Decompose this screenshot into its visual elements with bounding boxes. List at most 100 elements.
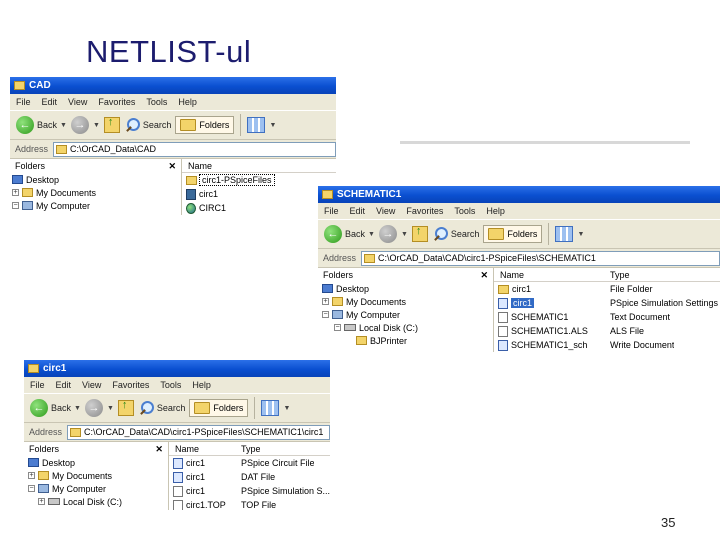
chevron-down-icon[interactable]: ▼ <box>269 122 276 129</box>
collapse-icon[interactable]: − <box>334 324 341 331</box>
menu-edit[interactable]: Edit <box>350 206 366 216</box>
menu-file[interactable]: File <box>16 97 31 107</box>
tree-item-my-computer[interactable]: − My Computer <box>318 308 493 321</box>
menu-tools[interactable]: Tools <box>454 206 475 216</box>
menu-favorites[interactable]: Favorites <box>98 97 135 107</box>
forward-arrow-icon[interactable]: → <box>70 116 89 134</box>
list-item[interactable]: circ1 <box>182 187 336 201</box>
address-input[interactable]: C:\OrCAD_Data\CAD\circ1-PSpiceFiles\SCHE… <box>67 424 330 440</box>
schematic-titlebar[interactable]: SCHEMATIC1 <box>318 186 720 203</box>
cad-titlebar[interactable]: CAD <box>10 77 336 94</box>
tree-item-bjprinter[interactable]: BJPrinter <box>318 334 493 347</box>
tree-item-my-documents[interactable]: + My Documents <box>318 295 493 308</box>
expand-icon[interactable]: + <box>28 472 35 479</box>
chevron-down-icon[interactable]: ▼ <box>283 405 290 412</box>
list-item[interactable]: SCHEMATIC1.ALS ALS File <box>494 324 720 338</box>
list-item[interactable]: circ1 PSpice Simulation S... <box>169 484 330 498</box>
back-button[interactable]: ← Back ▼ <box>30 399 81 417</box>
views-icon[interactable] <box>261 400 280 416</box>
menu-help[interactable]: Help <box>486 206 505 216</box>
column-header-name[interactable]: Name <box>182 161 212 171</box>
tree-item-local-disk[interactable]: − Local Disk (C:) <box>318 321 493 334</box>
menu-tools[interactable]: Tools <box>160 380 181 390</box>
close-icon[interactable]: ✕ <box>155 444 163 455</box>
menu-favorites[interactable]: Favorites <box>406 206 443 216</box>
tree-item-local-disk[interactable]: + Local Disk (C:) <box>24 495 168 508</box>
back-button[interactable]: ← Back ▼ <box>16 116 67 134</box>
file-type: ALS File <box>610 326 645 336</box>
chevron-down-icon[interactable]: ▼ <box>107 405 114 412</box>
chevron-down-icon[interactable]: ▼ <box>74 405 81 412</box>
search-label: Search <box>156 403 186 413</box>
chevron-down-icon[interactable]: ▼ <box>401 231 408 238</box>
collapse-icon[interactable]: − <box>322 311 329 318</box>
list-item[interactable]: SCHEMATIC1 Text Document <box>494 310 720 324</box>
menu-help[interactable]: Help <box>192 380 211 390</box>
list-item[interactable]: SCHEMATIC1_sch Write Document <box>494 338 720 352</box>
column-header-type[interactable]: Type <box>604 270 630 280</box>
collapse-icon[interactable]: − <box>28 485 35 492</box>
tree-item-desktop[interactable]: Desktop <box>10 173 181 186</box>
search-label: Search <box>450 229 480 239</box>
forward-arrow-icon[interactable]: → <box>378 225 397 243</box>
list-item[interactable]: circ1-PSpiceFiles <box>182 173 336 187</box>
tree-item-my-documents[interactable]: + My Documents <box>10 186 181 199</box>
back-button[interactable]: ← Back ▼ <box>324 225 375 243</box>
tree-item-desktop[interactable]: Desktop <box>24 456 168 469</box>
address-input[interactable]: C:\OrCAD_Data\CAD\circ1-PSpiceFiles\SCHE… <box>361 250 720 266</box>
chevron-down-icon[interactable]: ▼ <box>60 122 67 129</box>
slide-title: NETLIST-ul <box>86 34 252 69</box>
views-icon[interactable] <box>555 226 574 242</box>
search-button[interactable]: Search <box>138 400 186 416</box>
address-input[interactable]: C:\OrCAD_Data\CAD <box>53 141 336 157</box>
list-item[interactable]: circ1.TOP TOP File <box>169 498 330 510</box>
list-item[interactable]: circ1 File Folder <box>494 282 720 296</box>
tree-item-my-computer[interactable]: − My Computer <box>24 482 168 495</box>
menu-view[interactable]: View <box>68 97 87 107</box>
menu-edit[interactable]: Edit <box>42 97 58 107</box>
up-folder-icon[interactable] <box>103 116 120 133</box>
project-file-icon <box>186 188 196 200</box>
menu-file[interactable]: File <box>30 380 45 390</box>
list-item[interactable]: circ1 PSpice Simulation Settings <box>494 296 720 310</box>
column-header-name[interactable]: Name <box>494 270 604 280</box>
folders-button[interactable]: Folders <box>175 116 235 134</box>
menu-favorites[interactable]: Favorites <box>112 380 149 390</box>
list-item[interactable]: circ1 PSpice Circuit File <box>169 456 330 470</box>
expand-icon[interactable]: + <box>38 498 45 505</box>
menu-tools[interactable]: Tools <box>146 97 167 107</box>
chevron-down-icon[interactable]: ▼ <box>577 231 584 238</box>
list-item[interactable]: CIRC1 <box>182 201 336 215</box>
tree-item-my-documents[interactable]: + My Documents <box>24 469 168 482</box>
menu-view[interactable]: View <box>376 206 395 216</box>
tree-item-my-computer[interactable]: − My Computer <box>10 199 181 212</box>
list-item[interactable]: circ1 DAT File <box>169 470 330 484</box>
folders-button[interactable]: Folders <box>189 399 249 417</box>
toolbar: ← Back ▼ → ▼ Search Folders ▼ <box>318 219 720 249</box>
forward-arrow-icon[interactable]: → <box>84 399 103 417</box>
tree-item-desktop[interactable]: Desktop <box>318 282 493 295</box>
search-button[interactable]: Search <box>432 226 480 242</box>
up-folder-icon[interactable] <box>117 399 134 416</box>
chevron-down-icon[interactable]: ▼ <box>93 122 100 129</box>
address-path: C:\OrCAD_Data\CAD\circ1-PSpiceFiles\SCHE… <box>84 427 324 437</box>
column-header-name[interactable]: Name <box>169 444 235 454</box>
address-path: C:\OrCAD_Data\CAD\circ1-PSpiceFiles\SCHE… <box>378 253 596 263</box>
expand-icon[interactable]: + <box>12 189 19 196</box>
menu-file[interactable]: File <box>324 206 339 216</box>
search-button[interactable]: Search <box>124 117 171 133</box>
close-icon[interactable]: ✕ <box>480 270 488 281</box>
menu-view[interactable]: View <box>82 380 101 390</box>
chevron-down-icon[interactable]: ▼ <box>368 231 375 238</box>
menu-edit[interactable]: Edit <box>56 380 72 390</box>
views-icon[interactable] <box>247 117 266 133</box>
column-header-type[interactable]: Type <box>235 444 261 454</box>
address-bar: Address C:\OrCAD_Data\CAD\circ1-PSpiceFi… <box>318 249 720 268</box>
close-icon[interactable]: ✕ <box>168 161 176 172</box>
menu-help[interactable]: Help <box>178 97 197 107</box>
circ1-titlebar[interactable]: circ1 <box>24 360 330 377</box>
folders-button[interactable]: Folders <box>483 225 543 243</box>
expand-icon[interactable]: + <box>322 298 329 305</box>
collapse-icon[interactable]: − <box>12 202 19 209</box>
up-folder-icon[interactable] <box>411 225 428 242</box>
